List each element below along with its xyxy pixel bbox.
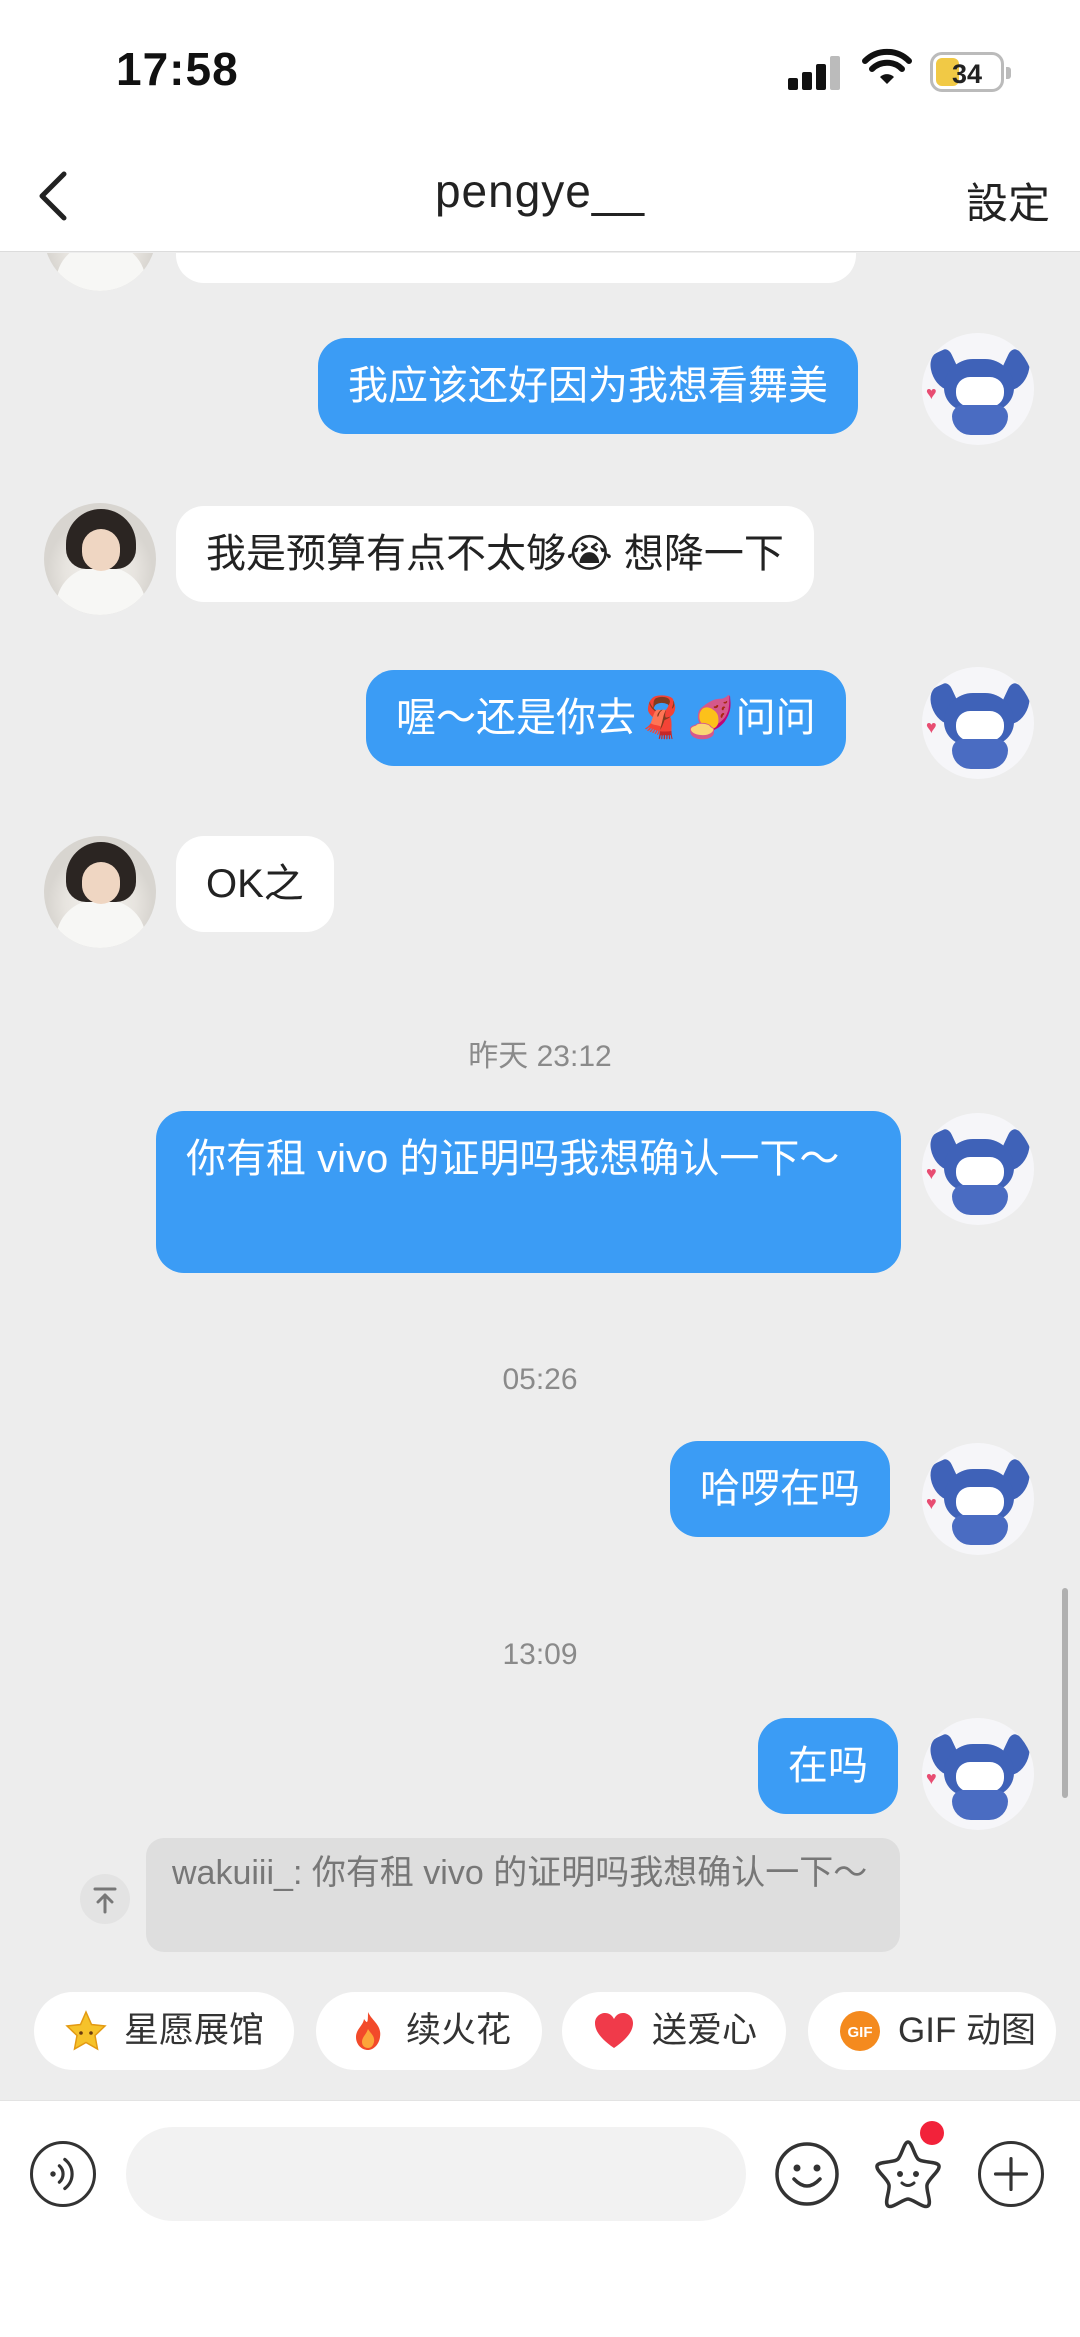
fire-icon xyxy=(356,2012,381,2050)
message-input[interactable] xyxy=(126,2127,746,2221)
emoji-icon[interactable] xyxy=(774,2141,840,2207)
message-bubble-incoming[interactable]: 我是预算有点不太够😭 想降一下 xyxy=(176,506,814,602)
action-label: GIF 动图 xyxy=(898,2011,1037,2050)
my-avatar[interactable]: ♥ xyxy=(922,1443,1034,1555)
message-bubble-outgoing[interactable]: 哈啰在吗 xyxy=(670,1441,890,1537)
action-keep-spark[interactable]: 续火花 xyxy=(316,1992,542,2070)
wifi-icon xyxy=(862,48,912,84)
status-bar: 17:58 34 xyxy=(0,0,1080,140)
my-avatar[interactable]: ♥ xyxy=(922,667,1034,779)
notification-dot xyxy=(920,2121,944,2145)
message-bubble-outgoing[interactable]: 我应该还好因为我想看舞美 xyxy=(318,338,858,434)
my-avatar[interactable]: ♥ xyxy=(922,333,1034,445)
quick-actions: 星愿展馆 续火花 送爱心 GIF GIF 动图 xyxy=(0,1992,1080,2082)
action-gif[interactable]: GIF GIF 动图 xyxy=(808,1992,1056,2070)
message-bubble-outgoing[interactable]: 在吗 xyxy=(758,1718,898,1814)
action-label: 星愿展馆 xyxy=(124,2011,265,2050)
star-sticker-icon[interactable] xyxy=(872,2137,944,2209)
status-time: 17:58 xyxy=(116,43,239,95)
message-bubble-outgoing[interactable]: 喔～还是你去🧣🍠问问 xyxy=(366,670,846,766)
timestamp: 13:09 xyxy=(502,1638,578,1671)
action-send-heart[interactable]: 送爱心 xyxy=(562,1992,786,2070)
heart-icon xyxy=(595,2013,633,2048)
gif-icon: GIF xyxy=(840,2011,880,2051)
message-bubble-incoming[interactable]: OK之 xyxy=(176,836,334,932)
my-avatar[interactable]: ♥ xyxy=(922,1718,1034,1830)
voice-icon[interactable] xyxy=(30,2141,96,2207)
action-star-gallery[interactable]: 星愿展馆 xyxy=(34,1992,294,2070)
contact-avatar[interactable] xyxy=(44,836,156,948)
svg-text:GIF: GIF xyxy=(848,2024,873,2041)
timestamp: 昨天 23:12 xyxy=(468,1040,612,1073)
scrollbar[interactable] xyxy=(1062,1588,1068,1798)
timestamp: 05:26 xyxy=(502,1363,578,1396)
contact-avatar[interactable] xyxy=(44,503,156,615)
action-label: 送爱心 xyxy=(652,2011,758,2050)
contact-avatar[interactable] xyxy=(44,253,156,291)
signal-icon xyxy=(788,56,844,90)
scroll-to-quote-icon[interactable] xyxy=(80,1874,130,1924)
plus-icon[interactable] xyxy=(978,2141,1044,2207)
action-label: 续火花 xyxy=(406,2011,512,2050)
settings-button[interactable]: 設定 xyxy=(966,170,1050,231)
battery-icon: 34 xyxy=(930,52,1011,92)
star-icon xyxy=(65,2010,107,2051)
message-bubble-outgoing[interactable]: 你有租 vivo 的证明吗我想确认一下～ xyxy=(156,1111,901,1273)
quoted-message[interactable]: wakuiii_: 你有租 vivo 的证明吗我想确认一下～ xyxy=(146,1838,900,1952)
battery-level: 34 xyxy=(951,59,983,89)
input-bar xyxy=(0,2100,1080,2337)
my-avatar[interactable]: ♥ xyxy=(922,1113,1034,1225)
message-list[interactable]: 我应该还好因为我想看舞美 ♥ 我是预算有点不太够😭 想降一下 喔～还是你去🧣🍠问… xyxy=(0,253,1080,1980)
chat-title: pengye__ xyxy=(434,165,646,217)
message-bubble-partial xyxy=(176,253,856,283)
chat-header: pengye__ 設定 xyxy=(0,140,1080,252)
